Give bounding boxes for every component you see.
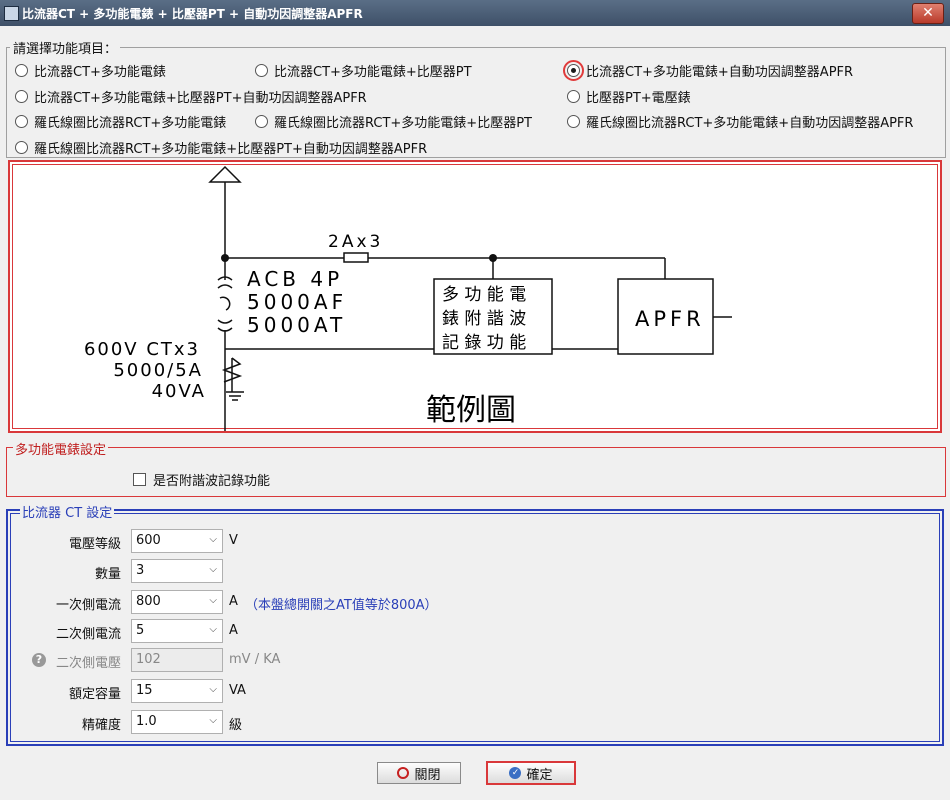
acb-line-2: 5000AF bbox=[247, 290, 347, 314]
radio-icon[interactable] bbox=[255, 115, 268, 128]
rated-capacity-unit: VA bbox=[229, 683, 246, 698]
primary-current-unit: A bbox=[229, 594, 238, 609]
function-group-legend: 請選擇功能項目： bbox=[13, 42, 118, 57]
meter-line-3: 記 錄 功 能 bbox=[442, 333, 526, 353]
wiring-diagram: 2Ax3 ACB 4P 5000AF 5000AT 600V CTx3 5000… bbox=[84, 165, 732, 431]
option-label: 比流器CT+多功能電錶+自動功因調整器APFR bbox=[586, 65, 854, 80]
secondary-current-unit: A bbox=[229, 623, 238, 638]
radio-icon[interactable] bbox=[567, 90, 580, 103]
secondary-voltage-label: 二次側電壓 bbox=[55, 656, 121, 671]
chevron-down-icon: ⌵ bbox=[209, 684, 217, 695]
ct-settings-legend: 比流器 CT 設定 bbox=[20, 502, 115, 521]
radio-icon[interactable] bbox=[15, 115, 28, 128]
diagram-caption: 範例圖 bbox=[426, 393, 516, 428]
secondary-current-label: 二次側電流 bbox=[55, 627, 121, 642]
window-close-button[interactable]: ✕ bbox=[912, 3, 944, 24]
harmonic-label: 是否附諧波記錄功能 bbox=[153, 474, 271, 489]
option-label: 羅氏線圈比流器RCT+多功能電錶+比壓器PT bbox=[274, 116, 532, 131]
meter-settings-legend: 多功能電錶設定 bbox=[13, 439, 109, 458]
close-button[interactable]: 關閉 bbox=[377, 762, 461, 784]
close-button-label: 關閉 bbox=[414, 767, 441, 783]
fuse-label: 2Ax3 bbox=[328, 232, 383, 252]
radio-icon[interactable] bbox=[255, 64, 268, 77]
acb-line-1: ACB 4P bbox=[247, 267, 343, 291]
apfr-label: APFR bbox=[635, 307, 705, 331]
acb-line-3: 5000AT bbox=[247, 313, 346, 337]
option-rct-meter-pt-apfr[interactable]: 羅氏線圈比流器RCT+多功能電錶+比壓器PT+自動功因調整器APFR bbox=[15, 138, 427, 157]
secondary-voltage-unit: mV / KA bbox=[229, 652, 281, 667]
option-label: 比流器CT+多功能電錶+比壓器PT bbox=[274, 65, 472, 80]
quantity-label: 數量 bbox=[94, 567, 121, 582]
meter-line-1: 多 功 能 電 bbox=[442, 285, 526, 305]
option-ct-meter[interactable]: 比流器CT+多功能電錶 bbox=[15, 61, 166, 80]
window-title: 比流器CT + 多功能電錶 + 比壓器PT + 自動功因調整器APFR bbox=[22, 7, 363, 21]
option-label: 比流器CT+多功能電錶+比壓器PT+自動功因調整器APFR bbox=[34, 91, 367, 106]
option-rct-meter-pt[interactable]: 羅氏線圈比流器RCT+多功能電錶+比壓器PT bbox=[255, 112, 532, 131]
option-label: 羅氏線圈比流器RCT+多功能電錶+比壓器PT+自動功因調整器APFR bbox=[34, 142, 428, 157]
chevron-down-icon: ⌵ bbox=[209, 595, 217, 606]
harmonic-checkbox[interactable] bbox=[133, 473, 146, 486]
confirm-button-label: 確定 bbox=[526, 767, 553, 783]
quantity-select[interactable]: 3 ⌵ bbox=[131, 559, 223, 583]
meter-line-2: 錶 附 諧 波 bbox=[442, 309, 526, 329]
rated-capacity-label: 額定容量 bbox=[68, 687, 121, 702]
voltage-unit: V bbox=[229, 533, 238, 548]
option-label: 比流器CT+多功能電錶 bbox=[34, 65, 166, 80]
primary-current-select[interactable]: 800 ⌵ bbox=[131, 590, 223, 614]
option-ct-meter-apfr[interactable]: 比流器CT+多功能電錶+自動功因調整器APFR bbox=[563, 60, 854, 81]
option-rct-meter-apfr[interactable]: 羅氏線圈比流器RCT+多功能電錶+自動功因調整器APFR bbox=[567, 112, 913, 131]
harmonic-checkbox-row[interactable]: 是否附諧波記錄功能 bbox=[133, 470, 270, 489]
option-label: 羅氏線圈比流器RCT+多功能電錶+自動功因調整器APFR bbox=[586, 116, 914, 131]
app-icon bbox=[4, 6, 19, 21]
radio-icon[interactable] bbox=[15, 64, 28, 77]
bus-arrow-icon bbox=[208, 165, 242, 183]
fuse-icon bbox=[343, 252, 369, 263]
chevron-down-icon: ⌵ bbox=[209, 624, 217, 635]
title-bar: 比流器CT + 多功能電錶 + 比壓器PT + 自動功因調整器APFR ✕ bbox=[0, 0, 950, 26]
radio-icon[interactable] bbox=[15, 141, 28, 154]
accuracy-label: 精確度 bbox=[81, 718, 121, 733]
option-rct-meter[interactable]: 羅氏線圈比流器RCT+多功能電錶 bbox=[15, 112, 226, 131]
check-icon: ✓ bbox=[509, 767, 522, 779]
option-pt-voltmeter[interactable]: 比壓器PT+電壓錶 bbox=[567, 87, 691, 106]
radio-icon[interactable] bbox=[567, 115, 580, 128]
secondary-voltage-field: 102 bbox=[131, 648, 223, 672]
ct-line-3: 40VA bbox=[152, 381, 206, 402]
voltage-level-select[interactable]: 600 ⌵ bbox=[131, 529, 223, 553]
option-ct-meter-pt-apfr[interactable]: 比流器CT+多功能電錶+比壓器PT+自動功因調整器APFR bbox=[15, 87, 367, 106]
chevron-down-icon: ⌵ bbox=[209, 564, 217, 575]
voltage-level-label: 電壓等級 bbox=[68, 537, 121, 552]
option-ct-meter-pt[interactable]: 比流器CT+多功能電錶+比壓器PT bbox=[255, 61, 472, 80]
chevron-down-icon: ⌵ bbox=[209, 715, 217, 726]
confirm-button[interactable]: ✓ 確定 bbox=[486, 761, 576, 785]
secondary-current-select[interactable]: 5 ⌵ bbox=[131, 619, 223, 643]
accuracy-unit: 級 bbox=[229, 718, 243, 733]
accuracy-select[interactable]: 1.0 ⌵ bbox=[131, 710, 223, 734]
ct-line-1: 600V CTx3 bbox=[84, 339, 200, 360]
block-icon bbox=[397, 767, 410, 779]
primary-current-label: 一次側電流 bbox=[55, 598, 121, 613]
chevron-down-icon: ⌵ bbox=[209, 534, 217, 545]
primary-current-note: （本盤總開關之AT值等於800A） bbox=[245, 598, 438, 613]
example-diagram: 2Ax3 ACB 4P 5000AF 5000AT 600V CTx3 5000… bbox=[8, 160, 942, 433]
ct-line-2: 5000/5A bbox=[113, 360, 203, 381]
radio-icon[interactable] bbox=[15, 90, 28, 103]
meter-settings-group: 多功能電錶設定 是否附諧波記錄功能 bbox=[6, 439, 946, 497]
rated-capacity-select[interactable]: 15 ⌵ bbox=[131, 679, 223, 703]
option-label: 比壓器PT+電壓錶 bbox=[586, 91, 691, 106]
option-label: 羅氏線圈比流器RCT+多功能電錶 bbox=[34, 116, 227, 131]
radio-icon[interactable] bbox=[563, 60, 584, 81]
